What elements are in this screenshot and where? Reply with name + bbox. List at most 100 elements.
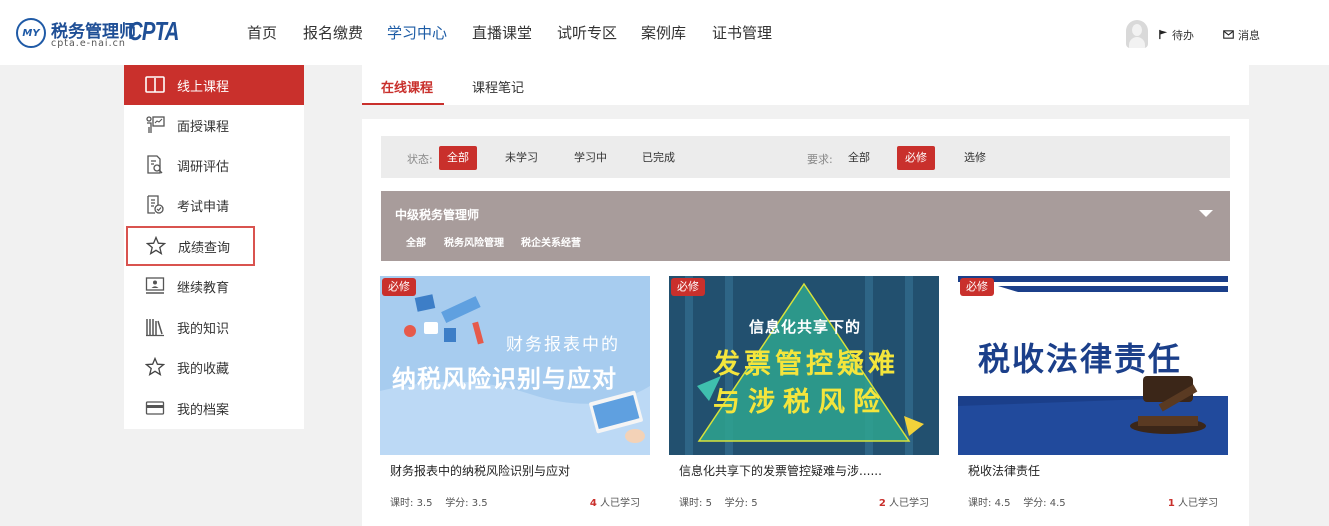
status-filter-label: 状态:	[407, 153, 433, 166]
message-button[interactable]: 消息	[1222, 27, 1260, 43]
todo-button[interactable]: 待办	[1158, 27, 1194, 43]
hours-value: 5	[705, 498, 712, 509]
filter-bar: 状态: 全部 未学习 学习中 已完成 要求: 全部 必修 选修	[381, 136, 1230, 178]
course-title[interactable]: 税收法律责任	[968, 462, 1040, 479]
hours-label: 课时:	[679, 498, 703, 509]
course-tabs: 在线课程 课程笔记	[362, 65, 1249, 105]
learners-count: 4 人已学习	[590, 494, 640, 509]
logo-cpta: CPTA	[128, 16, 179, 46]
cover-title: 税收法律责任	[978, 340, 1183, 378]
sidebar-item-label: 考试申请	[177, 199, 230, 215]
credits-label: 学分:	[724, 498, 749, 509]
sidebar-item-label: 成绩查询	[178, 240, 231, 256]
bookshelf-icon	[145, 317, 165, 337]
learners-number: 4	[589, 498, 597, 509]
star-icon	[146, 236, 166, 256]
open-book-icon	[145, 75, 165, 95]
sidebar-item-my-knowledge[interactable]: 我的知识	[124, 307, 304, 347]
learners-number: 1	[1167, 498, 1175, 509]
nav-item-home[interactable]: 首页	[247, 22, 277, 43]
card-icon	[145, 398, 165, 418]
requirement-option-all[interactable]: 全部	[840, 146, 878, 170]
sidebar-item-my-profile[interactable]: 我的档案	[124, 388, 304, 428]
nav-item-live[interactable]: 直播课堂	[472, 22, 532, 43]
category-tag-risk[interactable]: 税务风险管理	[444, 234, 504, 249]
nav-item-certificates[interactable]: 证书管理	[712, 22, 772, 43]
avatar[interactable]	[1126, 20, 1148, 48]
sidebar-item-label: 我的档案	[177, 402, 230, 418]
sidebar-item-online-courses[interactable]: 线上课程	[124, 65, 304, 105]
tab-course-notes[interactable]: 课程笔记	[472, 77, 524, 96]
credits-label: 学分:	[445, 498, 469, 509]
credits-value: 3.5	[471, 498, 488, 509]
learners-count: 1 人已学习	[1168, 494, 1218, 509]
sidebar-item-continuing-edu[interactable]: 继续教育	[124, 266, 304, 306]
learners-number: 2	[878, 498, 886, 509]
todo-label: 待办	[1172, 29, 1194, 42]
requirement-option-required[interactable]: 必修	[897, 146, 935, 170]
sidebar-item-label: 线上课程	[177, 79, 230, 95]
course-list-panel: 状态: 全部 未学习 学习中 已完成 要求: 全部 必修 选修 中级税务管理师 …	[362, 119, 1249, 526]
requirement-filter-label: 要求:	[807, 153, 833, 166]
category-tag-relations[interactable]: 税企关系经营	[521, 234, 581, 249]
flag-icon	[1159, 29, 1168, 40]
logo-seal: MY	[16, 18, 46, 48]
nav-item-registration[interactable]: 报名缴费	[303, 22, 363, 43]
envelope-icon	[1223, 30, 1234, 39]
category-tag-all[interactable]: 全部	[406, 234, 426, 249]
status-option-not-started[interactable]: 未学习	[497, 146, 546, 170]
course-card[interactable]: 必修 信息化共享下的 发票管控疑难 与涉税风险 信息化共享下的发票管控疑难与涉.…	[669, 276, 939, 526]
sidebar-item-label: 我的知识	[177, 321, 230, 337]
nav-item-learning-center[interactable]: 学习中心	[387, 22, 447, 43]
course-cover[interactable]: 必修 财务报表中的 纳税风险识别与应对	[380, 276, 650, 455]
required-badge: 必修	[960, 278, 994, 296]
course-card[interactable]: 必修 财务报表中的 纳税风险识别与应对 财务报表中的纳税风险识别与应对 课时: …	[380, 276, 650, 526]
tab-online-courses[interactable]: 在线课程	[381, 77, 433, 96]
hours-label: 课时:	[390, 498, 414, 509]
cover-subtitle: 信息化共享下的	[749, 318, 862, 336]
sidebar-item-my-favorites[interactable]: 我的收藏	[124, 347, 304, 387]
course-cover[interactable]: 必修 信息化共享下的 发票管控疑难 与涉税风险	[669, 276, 939, 455]
status-option-all[interactable]: 全部	[439, 146, 477, 170]
learners-count: 2 人已学习	[879, 494, 929, 509]
course-meta: 课时: 3.5 学分: 3.5	[390, 494, 488, 509]
sidebar: 线上课程 面授课程 调研评估 考试申请 成绩查询 继续教育 我的知识 我的收藏 …	[124, 65, 304, 429]
nav-item-cases[interactable]: 案例库	[641, 22, 686, 43]
cover-subtitle: 财务报表中的	[506, 335, 620, 355]
required-badge: 必修	[382, 278, 416, 296]
requirement-option-elective[interactable]: 选修	[956, 146, 994, 170]
required-badge: 必修	[671, 278, 705, 296]
sidebar-item-exam-apply[interactable]: 考试申请	[124, 185, 304, 225]
caret-down-icon[interactable]	[1199, 210, 1213, 217]
top-header: MY 税务管理师 cpta.e-nai.cn CPTA 首页 报名缴费 学习中心…	[0, 0, 1329, 65]
course-title[interactable]: 财务报表中的纳税风险识别与应对	[390, 462, 570, 479]
sidebar-item-score-query[interactable]: 成绩查询	[126, 226, 255, 266]
hours-label: 课时:	[968, 498, 992, 509]
credits-label: 学分:	[1023, 498, 1047, 509]
course-cover[interactable]: 必修 税收法律责任	[958, 276, 1228, 455]
sidebar-item-face-courses[interactable]: 面授课程	[124, 105, 304, 145]
sidebar-item-survey[interactable]: 调研评估	[124, 145, 304, 185]
course-card[interactable]: 必修 税收法律责任 税收法律责任 课时: 4.5 学分: 4.5 1 人已学习	[958, 276, 1228, 526]
sidebar-item-label: 继续教育	[177, 280, 230, 296]
sidebar-item-label: 调研评估	[177, 159, 230, 175]
logo-domain: cpta.e-nai.cn	[51, 38, 126, 49]
active-tab-indicator	[362, 103, 444, 105]
site-logo[interactable]: MY 税务管理师 cpta.e-nai.cn CPTA	[16, 14, 184, 52]
credits-value: 5	[751, 498, 758, 509]
sidebar-item-label: 我的收藏	[177, 361, 230, 377]
learners-suffix: 人已学习	[600, 498, 640, 509]
cover-title: 纳税风险识别与应对	[392, 365, 617, 393]
course-meta: 课时: 4.5 学分: 4.5	[968, 494, 1066, 509]
course-title[interactable]: 信息化共享下的发票管控疑难与涉......	[679, 462, 882, 479]
star-icon	[145, 357, 165, 377]
category-title: 中级税务管理师	[395, 208, 480, 222]
status-option-in-progress[interactable]: 学习中	[566, 146, 615, 170]
learners-suffix: 人已学习	[889, 498, 929, 509]
document-search-icon	[145, 155, 165, 175]
status-option-completed[interactable]: 已完成	[634, 146, 683, 170]
course-meta: 课时: 5 学分: 5	[679, 494, 758, 509]
category-panel: 中级税务管理师 全部 税务风险管理 税企关系经营	[381, 191, 1230, 261]
nav-item-trial[interactable]: 试听专区	[557, 22, 617, 43]
exam-check-icon	[145, 195, 165, 215]
